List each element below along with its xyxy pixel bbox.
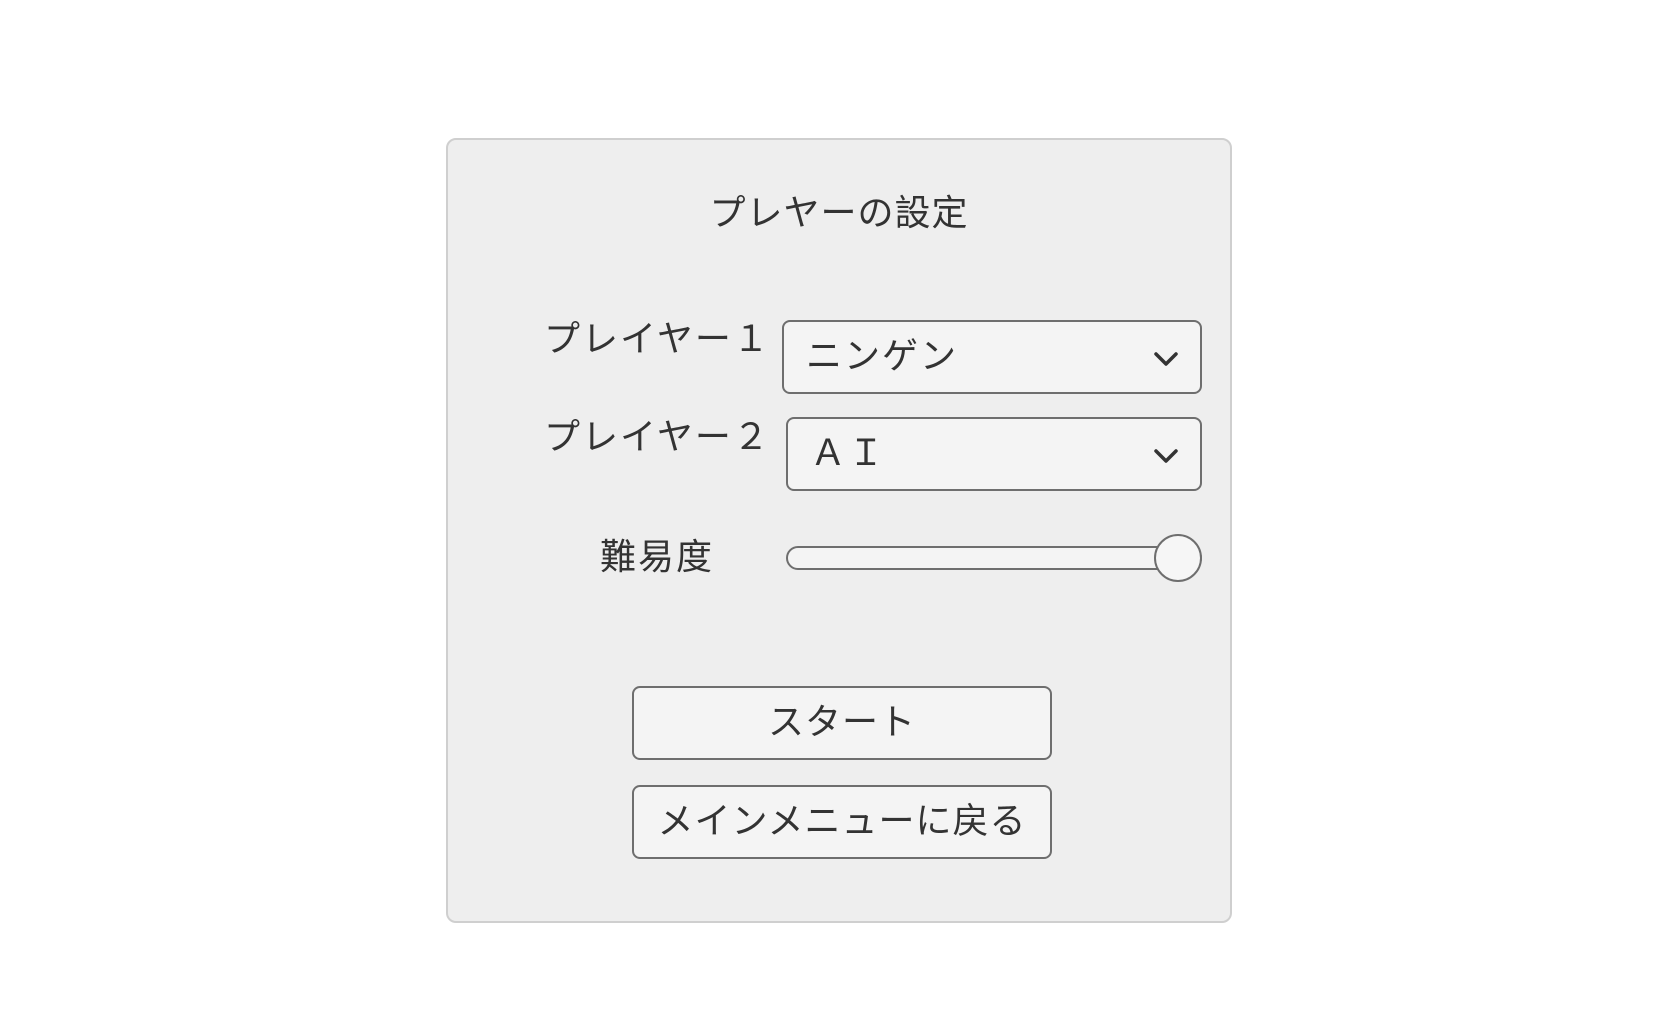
panel-title: プレヤーの設定 <box>709 193 969 234</box>
player1-label: プレイヤー１ <box>544 319 771 360</box>
player1-dropdown[interactable]: ニンゲン <box>782 320 1202 394</box>
player1-dropdown-value: ニンゲン <box>806 336 959 377</box>
back-to-main-menu-button[interactable]: メインメニューに戻る <box>632 785 1052 859</box>
difficulty-slider-handle[interactable] <box>1154 534 1202 582</box>
player-settings-panel: プレヤーの設定 プレイヤー１ ニンゲン プレイヤー２ ＡＩ 難易度 スタート メ… <box>446 138 1232 923</box>
player2-dropdown[interactable]: ＡＩ <box>786 417 1202 491</box>
chevron-down-icon <box>1154 449 1178 463</box>
difficulty-label: 難易度 <box>600 537 715 578</box>
start-button[interactable]: スタート <box>632 686 1052 760</box>
player2-label: プレイヤー２ <box>544 417 771 458</box>
chevron-down-icon <box>1154 352 1178 366</box>
player2-dropdown-value: ＡＩ <box>810 433 887 474</box>
difficulty-slider[interactable] <box>786 532 1202 584</box>
difficulty-slider-track[interactable] <box>786 546 1202 570</box>
